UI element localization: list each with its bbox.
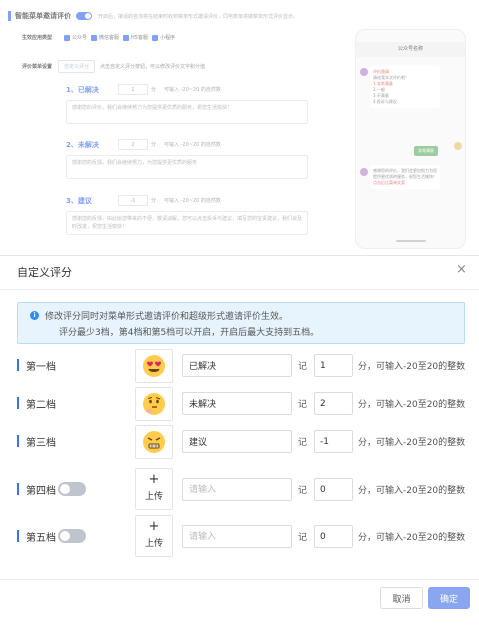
alert-line: 评分最少3档，第4档和第5档可以开启，开启后最大支持到五档。: [59, 328, 320, 338]
emoji-image[interactable]: [135, 387, 173, 421]
score-hint: 分，可输入-20至20的整数: [358, 533, 466, 543]
upload-label: 上传: [144, 539, 163, 549]
row-marker: [17, 397, 19, 409]
score-input[interactable]: [314, 392, 353, 415]
alert-line: 修改评分同时对菜单形式邀请评价和超级形式邀请评价生效。: [45, 312, 289, 322]
level-name-input[interactable]: [182, 354, 292, 377]
row-marker: [17, 530, 19, 542]
score-row: 第一档 记 分，可输入-20至20的整数: [17, 349, 477, 385]
score-hint: 分，可输入-20至20的整数: [358, 486, 466, 496]
score-row: 第三档 记 分，可输入-20至20的整数: [17, 425, 477, 461]
level-toggle-switch[interactable]: [58, 529, 86, 543]
upload-button[interactable]: + 上传: [135, 468, 173, 510]
row-label: 第四档: [26, 486, 56, 497]
score-hint: 分，可输入-20至20的整数: [358, 362, 466, 372]
cancel-button[interactable]: 取消: [380, 587, 423, 609]
confirm-button[interactable]: 确定: [428, 587, 470, 609]
row-label: 第二档: [26, 400, 56, 411]
score-row: 第二档 记 分，可输入-20至20的整数: [17, 387, 477, 423]
info-icon: i: [30, 311, 39, 320]
upload-label: 上传: [144, 492, 163, 502]
row-marker: [17, 359, 19, 371]
level-name-input[interactable]: [182, 430, 292, 453]
score-prefix: 记: [298, 486, 308, 496]
divider: [0, 579, 479, 580]
plus-icon: +: [148, 472, 160, 487]
score-input[interactable]: [314, 525, 353, 548]
row-label: 第一档: [26, 362, 56, 373]
divider: [0, 289, 479, 290]
settings-background: 智能菜单邀请评价 开启后，接话的咨询将在结束时收到菜单形式邀请评价，同电表单将做…: [0, 0, 479, 255]
upload-button[interactable]: + 上传: [135, 515, 173, 557]
emoji-image[interactable]: [135, 349, 173, 383]
score-prefix: 记: [298, 400, 308, 410]
level-toggle-switch[interactable]: [58, 482, 86, 496]
score-input[interactable]: [314, 354, 353, 377]
emoji-image[interactable]: [135, 425, 173, 459]
dim-mask: [0, 0, 479, 255]
level-name-input[interactable]: [182, 478, 292, 501]
score-row: 第四档 + 上传 记 分，可输入-20至20的整数: [17, 468, 477, 510]
info-alert: i 修改评分同时对菜单形式邀请评价和超级形式邀请评价生效。 评分最少3档，第4档…: [17, 302, 465, 344]
row-label: 第三档: [26, 438, 56, 449]
heart-eyes-emoji-icon: [143, 355, 165, 377]
row-marker: [17, 483, 19, 495]
score-hint: 分，可输入-20至20的整数: [358, 400, 466, 410]
level-name-input[interactable]: [182, 392, 292, 415]
score-hint: 分，可输入-20至20的整数: [358, 438, 466, 448]
score-input[interactable]: [314, 430, 353, 453]
score-prefix: 记: [298, 362, 308, 372]
plus-icon: +: [148, 519, 160, 534]
close-icon[interactable]: ×: [456, 262, 467, 277]
thinking-emoji-icon: [143, 393, 165, 415]
score-prefix: 记: [298, 438, 308, 448]
modal-title: 自定义评分: [17, 266, 72, 279]
custom-score-modal: 自定义评分 × i 修改评分同时对菜单形式邀请评价和超级形式邀请评价生效。 评分…: [0, 255, 479, 625]
frustrated-emoji-icon: [143, 431, 165, 453]
row-marker: [17, 435, 19, 447]
level-name-input[interactable]: [182, 525, 292, 548]
score-input[interactable]: [314, 478, 353, 501]
score-prefix: 记: [298, 533, 308, 543]
score-row: 第五档 + 上传 记 分，可输入-20至20的整数: [17, 515, 477, 557]
row-label: 第五档: [26, 533, 56, 544]
